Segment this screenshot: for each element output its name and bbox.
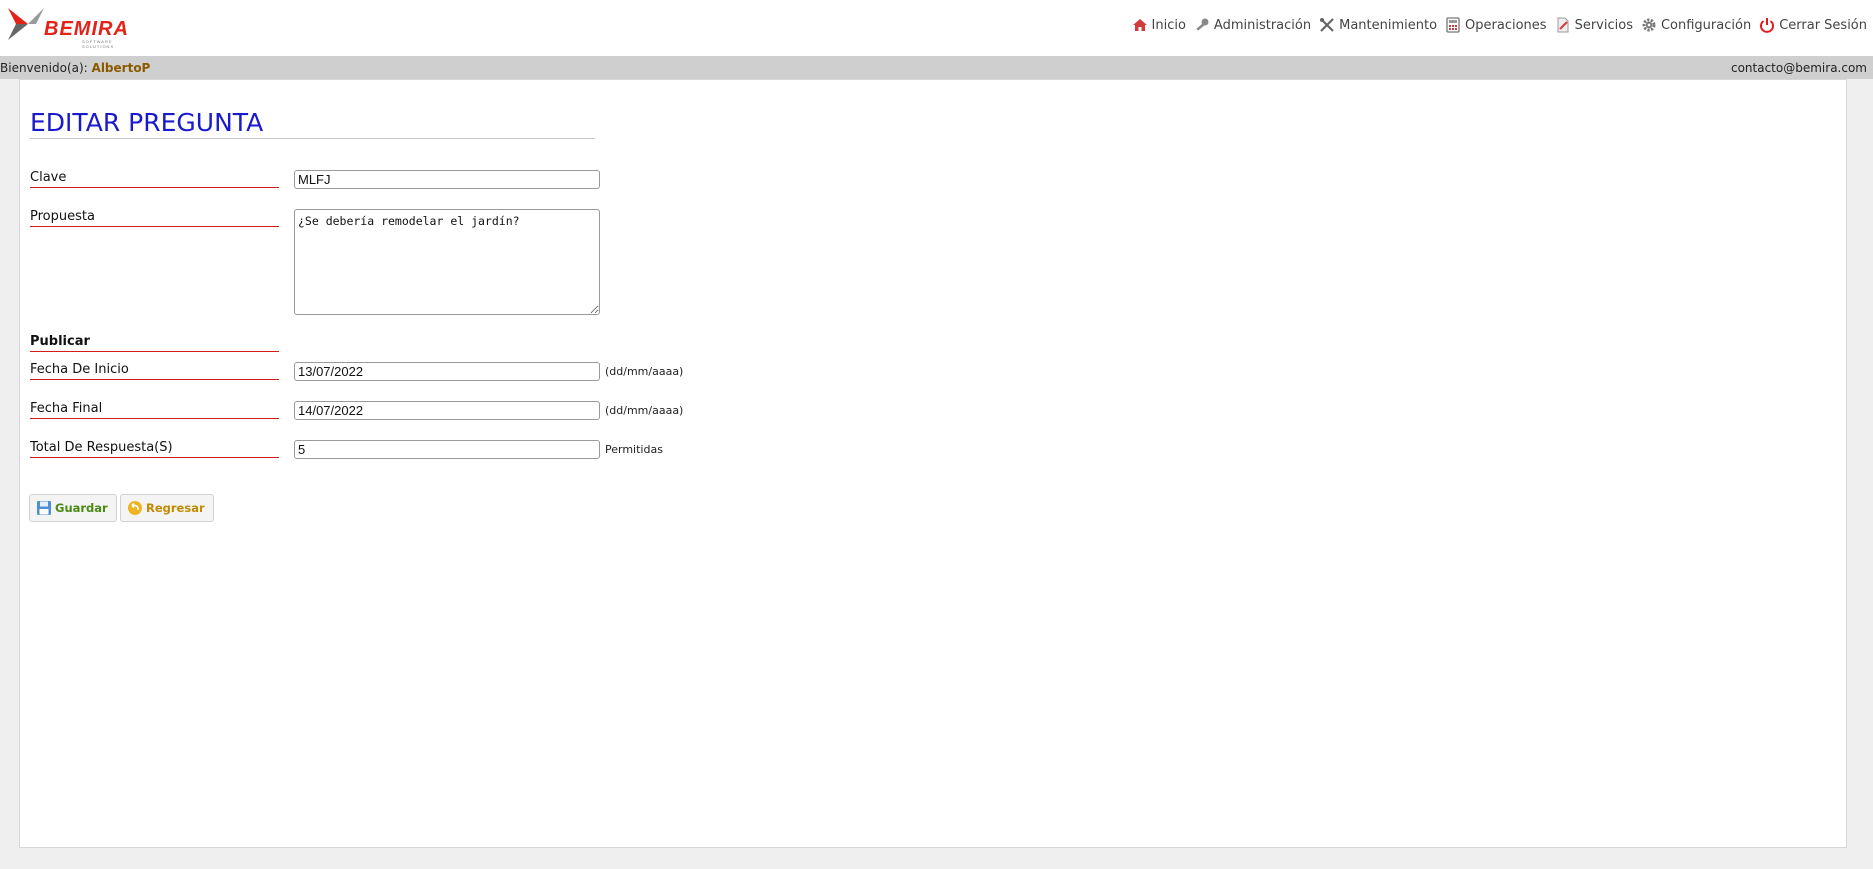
clave-input[interactable]	[294, 170, 600, 189]
publicar-section-label: Publicar	[30, 334, 279, 352]
tools-icon	[1320, 18, 1334, 32]
gear-icon	[1642, 18, 1656, 32]
total-respuestas-hint: Permitidas	[605, 443, 663, 456]
back-button-label: Regresar	[146, 501, 205, 515]
fecha-final-format-hint: (dd/mm/aaaa)	[605, 404, 684, 417]
fecha-inicio-label: Fecha De Inicio	[30, 362, 279, 380]
save-button[interactable]: Guardar	[29, 494, 117, 522]
fecha-inicio-format-hint: (dd/mm/aaaa)	[605, 365, 684, 378]
nav-servicios[interactable]: Servicios	[1555, 17, 1633, 33]
nav-operaciones-label: Operaciones	[1465, 17, 1547, 33]
username: AlbertoP	[91, 61, 151, 75]
nav-configuracion-label: Configuración	[1660, 17, 1752, 33]
nav-configuracion[interactable]: Configuración	[1641, 17, 1751, 33]
main-nav: Inicio Administración Mantenimiento Oper…	[1132, 14, 1867, 36]
nav-mantenimiento-label: Mantenimiento	[1339, 17, 1438, 33]
nav-servicios-label: Servicios	[1574, 17, 1633, 33]
propuesta-textarea[interactable]: ¿Se debería remodelar el jardín?	[294, 209, 600, 315]
nav-operaciones[interactable]: Operaciones	[1445, 17, 1547, 33]
welcome-text: Bienvenido(a): AlbertoP	[0, 61, 150, 75]
main-panel: EDITAR PREGUNTA Clave Propuesta ¿Se debe…	[19, 79, 1847, 848]
back-arrow-icon	[128, 501, 142, 515]
clave-label: Clave	[30, 170, 279, 188]
contact-email: contacto@bemira.com	[1730, 61, 1867, 75]
power-icon	[1760, 18, 1775, 33]
nav-administracion-label: Administración	[1213, 17, 1312, 33]
total-respuestas-input[interactable]	[294, 440, 600, 459]
propuesta-label: Propuesta	[30, 209, 279, 227]
nav-cerrar-sesion[interactable]: Cerrar Sesión	[1759, 17, 1867, 33]
calculator-icon	[1446, 17, 1460, 33]
page-title: EDITAR PREGUNTA	[30, 108, 595, 139]
bemira-logo-mark-icon	[8, 8, 44, 40]
top-header: BEMIRA SOFTWARE SOLUTIONS Inicio Adminis…	[0, 0, 1873, 56]
nav-administracion[interactable]: Administración	[1194, 17, 1311, 33]
key-icon	[1196, 18, 1209, 31]
total-respuestas-label: Total De Respuesta(S)	[30, 440, 279, 458]
welcome-bar: Bienvenido(a): AlbertoP contacto@bemira.…	[0, 56, 1873, 79]
logo-text: BEMIRA	[44, 18, 129, 40]
save-button-label: Guardar	[55, 501, 108, 515]
nav-cerrar-sesion-label: Cerrar Sesión	[1779, 17, 1867, 33]
back-button[interactable]: Regresar	[120, 494, 214, 522]
bemira-logo[interactable]: BEMIRA SOFTWARE SOLUTIONS	[6, 6, 136, 49]
floppy-disk-icon	[37, 501, 51, 515]
home-icon	[1132, 19, 1147, 31]
welcome-prefix: Bienvenido(a):	[0, 61, 88, 75]
logo-subtitle: SOFTWARE SOLUTIONS	[82, 39, 115, 49]
nav-mantenimiento[interactable]: Mantenimiento	[1319, 17, 1437, 33]
nav-inicio-label: Inicio	[1151, 17, 1186, 33]
document-edit-icon	[1557, 17, 1569, 33]
fecha-inicio-input[interactable]	[294, 362, 600, 381]
nav-inicio[interactable]: Inicio	[1132, 17, 1186, 33]
fecha-final-input[interactable]	[294, 401, 600, 420]
fecha-final-label: Fecha Final	[30, 401, 279, 419]
